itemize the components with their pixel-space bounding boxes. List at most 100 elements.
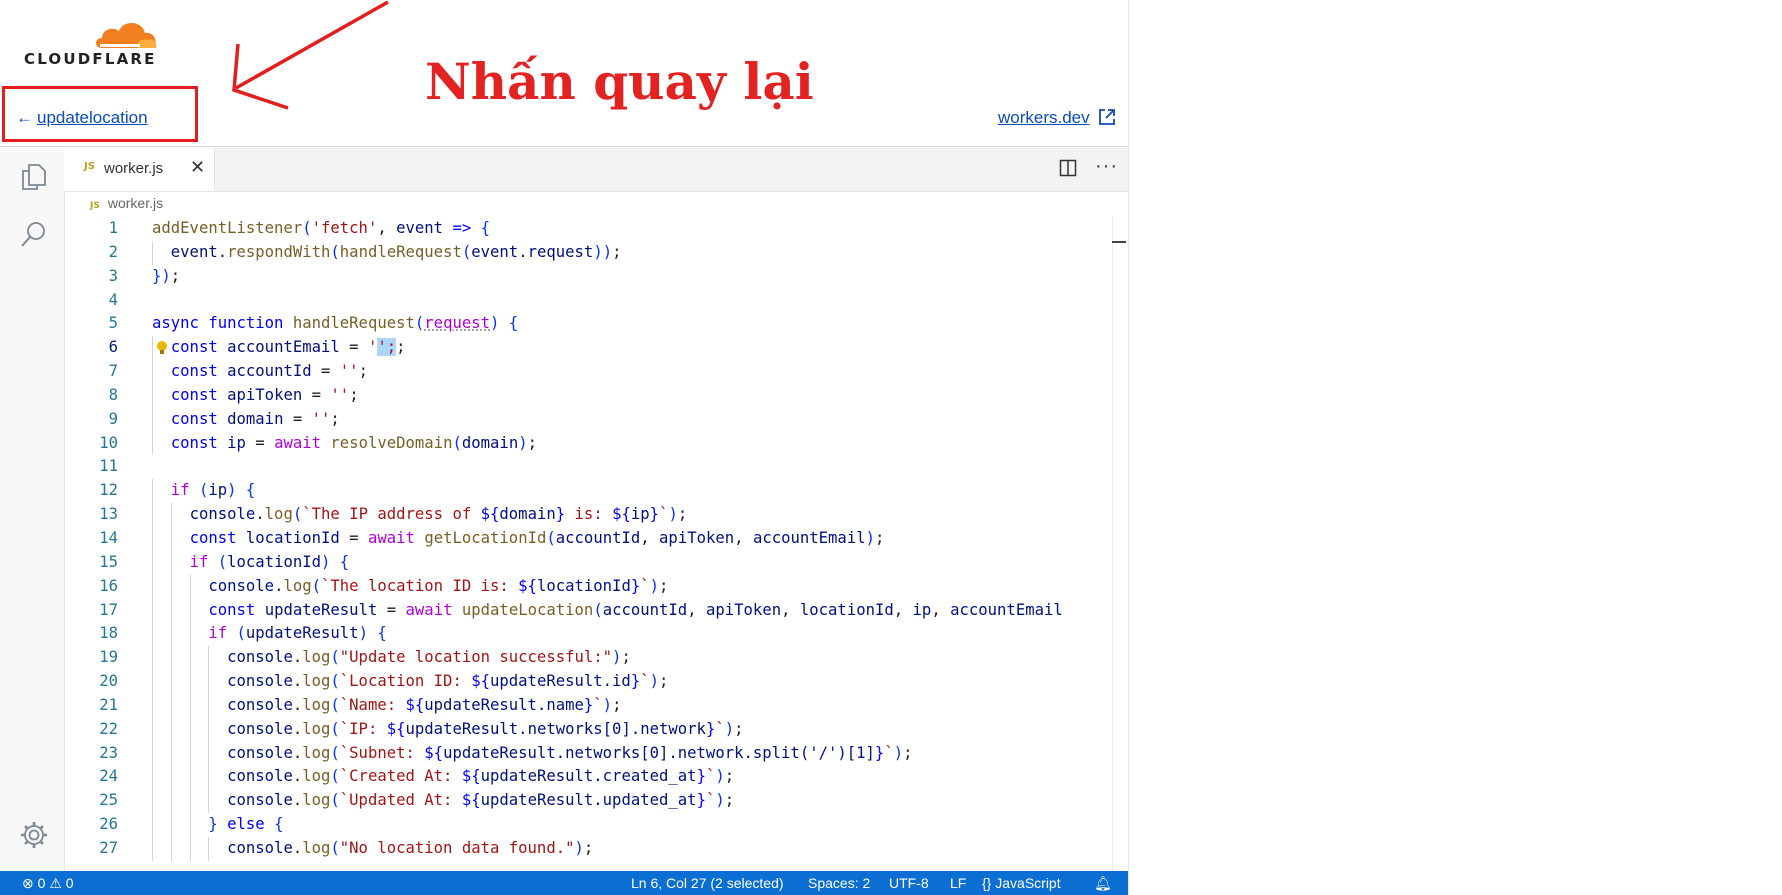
indentation-status[interactable]: Spaces: 2	[808, 875, 870, 891]
code-text: console.log(`Subnet: ${updateResult.netw…	[227, 743, 913, 762]
tab-worker-js[interactable]: JS worker.js ✕	[64, 147, 215, 191]
problems-status[interactable]: ⊗ 0 ⚠ 0	[22, 875, 74, 892]
code-line[interactable]: 13 console.log(`The IP address of ${doma…	[64, 503, 1110, 527]
encoding-status[interactable]: UTF-8	[889, 875, 929, 891]
code-line[interactable]: 20 console.log(`Location ID: ${updateRes…	[64, 670, 1110, 694]
code-line[interactable]: 9 const domain = '';	[64, 407, 1110, 432]
editor-tab-bar: JS worker.js ✕ ···	[64, 147, 1128, 192]
code-line[interactable]: 1 addEventListener('fetch', event => {	[64, 217, 1110, 241]
code-line[interactable]: 21 console.log(`Name: ${updateResult.nam…	[64, 693, 1110, 718]
search-icon[interactable]	[19, 219, 49, 249]
line-number: 18	[99, 624, 118, 643]
code-text: const accountId = '';	[170, 362, 368, 381]
code-text: event.respondWith(handleRequest(event.re…	[170, 242, 622, 261]
code-text: const domain = '';	[170, 409, 340, 428]
code-text: if (locationId) {	[189, 552, 350, 571]
code-line[interactable]: 15 if (locationId) {	[64, 550, 1110, 575]
more-actions-icon[interactable]: ···	[1095, 155, 1118, 178]
javascript-file-icon: JS	[90, 201, 100, 211]
code-text: if (ip) {	[170, 481, 256, 500]
warning-count: 0	[65, 875, 74, 891]
code-line[interactable]: 19 console.log("Update location successf…	[64, 646, 1110, 671]
line-number: 17	[99, 600, 118, 619]
line-number: 15	[99, 552, 118, 571]
code-text: console.log(`The IP address of ${domain}…	[189, 505, 688, 524]
warning-icon: ⚠	[49, 875, 62, 891]
line-number: 24	[99, 767, 118, 786]
code-text: console.log(`The location ID is: ${locat…	[208, 576, 669, 595]
language-status[interactable]: {} JavaScript	[982, 875, 1061, 891]
javascript-file-icon: JS	[84, 161, 95, 172]
code-line[interactable]: 23 console.log(`Subnet: ${updateResult.n…	[64, 741, 1110, 766]
code-line[interactable]: 24 console.log(`Created At: ${updateResu…	[64, 765, 1110, 790]
code-text: });	[152, 266, 181, 285]
breadcrumb-file: worker.js	[107, 195, 164, 211]
code-line[interactable]: 18 if (updateResult) {	[64, 622, 1110, 647]
line-number: 6	[108, 338, 118, 357]
tab-label: worker.js	[104, 160, 164, 177]
line-number: 8	[108, 385, 118, 404]
code-line[interactable]: 7 const accountId = '';	[64, 360, 1110, 384]
activity-bar	[0, 147, 65, 871]
code-text: const locationId = await getLocationId(a…	[189, 528, 885, 547]
split-editor-icon[interactable]	[1059, 159, 1077, 177]
eol-status[interactable]: LF	[950, 875, 966, 891]
code-text: async function handleRequest(request) {	[152, 314, 519, 333]
line-number: 13	[99, 505, 118, 524]
code-line[interactable]: 10 const ip = await resolveDomain(domain…	[64, 431, 1110, 456]
code-line[interactable]: 26 } else {	[64, 813, 1110, 837]
cursor-position[interactable]: Ln 6, Col 27 (2 selected)	[631, 875, 784, 891]
code-text: const apiToken = '';	[170, 385, 359, 404]
external-link-icon[interactable]	[1098, 108, 1116, 126]
line-number: 4	[108, 290, 118, 309]
code-line[interactable]: 11	[64, 455, 1110, 479]
code-line[interactable]: 3});	[64, 265, 1110, 289]
code-text: console.log("Update location successful:…	[227, 648, 631, 667]
lightbulb-icon[interactable]	[156, 340, 168, 356]
code-line[interactable]: 17 const updateResult = await updateLoca…	[64, 598, 1110, 623]
line-number: 2	[108, 242, 118, 261]
code-line[interactable]: 12 if (ip) {	[64, 479, 1110, 504]
vertical-scrollbar[interactable]	[1112, 217, 1129, 871]
line-number: 9	[108, 409, 118, 428]
code-editor: JS worker.js ✕ ··· JS worker.js 1 addEvent…	[0, 147, 1128, 895]
line-number: 10	[99, 433, 118, 452]
gear-icon[interactable]	[19, 820, 49, 850]
code-text: console.log(`Location ID: ${updateResult…	[227, 672, 669, 691]
line-number: 19	[99, 648, 118, 667]
bell-icon[interactable]: 🔔︎	[1094, 875, 1112, 892]
code-line[interactable]: 6 const accountEmail = '';;	[64, 336, 1110, 361]
error-count: 0	[37, 875, 46, 891]
code-line[interactable]: 14 const locationId = await getLocationI…	[64, 526, 1110, 551]
code-text: console.log("No location data found.");	[227, 838, 594, 857]
workers-dev-link[interactable]: workers.dev	[998, 108, 1090, 128]
code-line[interactable]: 4	[64, 289, 1110, 313]
code-text: console.log(`Updated At: ${updateResult.…	[227, 791, 735, 810]
braces-icon: {}	[982, 875, 992, 891]
code-text: } else {	[208, 815, 284, 834]
files-icon[interactable]	[19, 161, 49, 191]
breadcrumb[interactable]: JS worker.js	[90, 195, 163, 211]
line-number: 25	[99, 791, 118, 810]
error-icon: ⊗	[22, 875, 34, 891]
code-line[interactable]: 16 console.log(`The location ID is: ${lo…	[64, 574, 1110, 599]
code-text: console.log(`Name: ${updateResult.name}`…	[227, 695, 622, 714]
line-number: 23	[99, 743, 118, 762]
line-number: 22	[99, 719, 118, 738]
code-area[interactable]: 1 addEventListener('fetch', event => { 2 e…	[64, 217, 1110, 871]
code-line[interactable]: 8 const apiToken = '';	[64, 383, 1110, 408]
code-text: if (updateResult) {	[208, 624, 387, 643]
line-number: 14	[99, 528, 118, 547]
line-number: 11	[99, 457, 118, 476]
line-number: 7	[108, 362, 118, 381]
code-line[interactable]: 27 console.log("No location data found."…	[64, 836, 1110, 861]
code-line[interactable]: 25 console.log(`Updated At: ${updateResu…	[64, 789, 1110, 814]
line-number: 1	[108, 219, 118, 237]
code-line[interactable]: 5 async function handleRequest(request) {	[64, 312, 1110, 336]
code-line[interactable]: 22 console.log(`IP: ${updateResult.netwo…	[64, 717, 1110, 742]
code-text: addEventListener('fetch', event => {	[152, 219, 491, 237]
code-line[interactable]: 2 event.respondWith(handleRequest(event.…	[64, 240, 1110, 265]
close-icon[interactable]: ✕	[190, 157, 205, 178]
line-number: 3	[108, 266, 118, 285]
line-number: 16	[99, 576, 118, 595]
